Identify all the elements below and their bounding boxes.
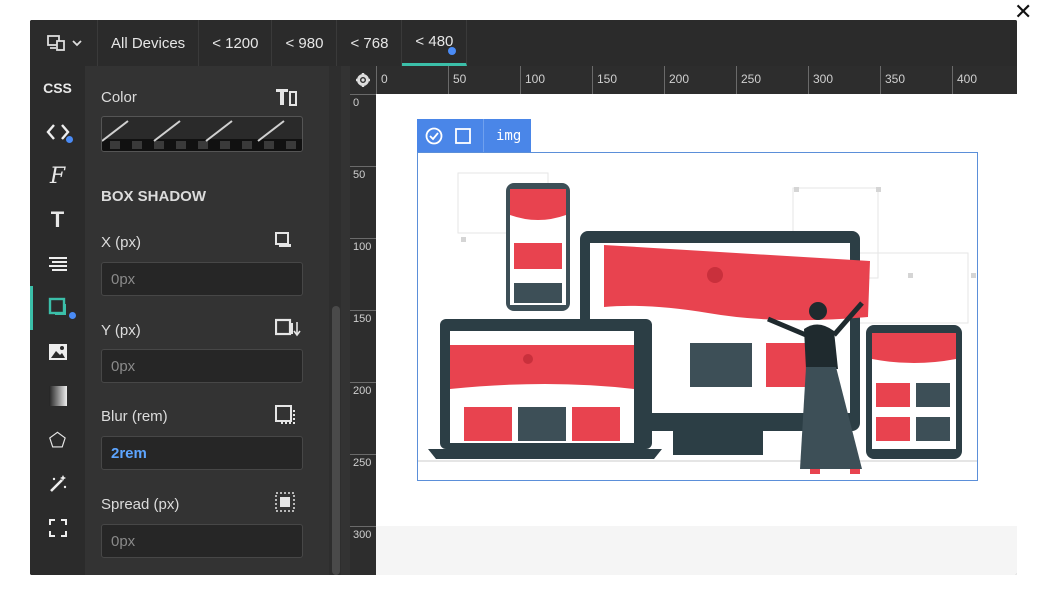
chevron-down-icon: [71, 40, 82, 47]
ruler-tick: 150: [592, 66, 617, 94]
shadow-x-icon: [275, 232, 293, 255]
effects-button[interactable]: [30, 462, 85, 506]
modified-dot: [448, 47, 457, 55]
magic-wand-icon: [49, 475, 66, 492]
device-picker[interactable]: [30, 20, 98, 66]
shadow-spread-input[interactable]: 0px: [101, 524, 303, 558]
square-select-icon[interactable]: [455, 127, 471, 144]
shape-button[interactable]: ⬠: [30, 418, 85, 462]
code-button[interactable]: [30, 110, 85, 154]
color-swatch[interactable]: [101, 116, 303, 152]
shadow-x-input[interactable]: 0px: [101, 262, 303, 296]
tab-label: All Devices: [111, 34, 186, 52]
badge-divider: [483, 119, 484, 152]
ruler-settings-icon[interactable]: [350, 66, 376, 94]
list-icon: [48, 257, 67, 271]
background-image-button[interactable]: [30, 330, 85, 374]
ruler-tick: 150: [350, 310, 376, 325]
shape-icon: ⬠: [48, 429, 67, 452]
modified-dot: [69, 312, 76, 319]
spread-label: Spread (px): [101, 496, 180, 513]
ruler-tick: 250: [736, 66, 761, 94]
box-shadow-panel: Color BOX SHADOW X (px) 0px Y (px) 0px B…: [85, 66, 350, 575]
tab-label: < 480: [415, 33, 454, 50]
ruler-tick: 200: [664, 66, 689, 94]
x-label: X (px): [101, 234, 142, 251]
blur-label: Blur (rem): [101, 408, 168, 425]
ruler-tick: 250: [350, 454, 376, 469]
tab-980[interactable]: < 980: [272, 20, 338, 66]
ruler-vertical: 0 50 100 150 200 250 300: [350, 94, 376, 575]
tab-all-devices[interactable]: All Devices: [98, 20, 200, 66]
tab-label: < 1200: [212, 34, 259, 52]
design-canvas: 0 50 100 150 200 250 300 350 400 0 50 10…: [350, 66, 1017, 575]
selection-toolbar: img: [417, 119, 532, 152]
text-button[interactable]: T: [30, 198, 85, 242]
modified-dot: [66, 136, 73, 143]
element-tag: img: [496, 127, 522, 144]
selected-image[interactable]: [417, 152, 978, 481]
css-button[interactable]: CSS: [30, 66, 85, 110]
check-circle-icon[interactable]: [425, 127, 443, 145]
tab-768[interactable]: < 768: [337, 20, 403, 66]
shadow-y-input[interactable]: 0px: [101, 349, 303, 383]
devices-icon: [46, 35, 65, 51]
ruler-tick: 100: [350, 238, 376, 253]
style-category-bar: CSS F T ⬠: [30, 66, 85, 575]
ruler-tick: 350: [880, 66, 905, 94]
color-label: Color: [101, 89, 137, 106]
ruler-tick: 100: [520, 66, 545, 94]
ruler-tick: 50: [350, 166, 376, 181]
ruler-tick: 300: [350, 526, 376, 541]
gradient-icon: [48, 386, 67, 406]
box-shadow-button[interactable]: [30, 286, 85, 330]
shadow-blur-input[interactable]: 2rem: [101, 436, 303, 470]
fullscreen-button[interactable]: [30, 506, 85, 550]
shadow-y-icon: [274, 318, 301, 343]
ruler-tick: 0: [350, 94, 376, 109]
ruler-tick: 0: [376, 66, 388, 94]
fullscreen-icon: [48, 519, 67, 537]
tab-1200[interactable]: < 1200: [199, 20, 273, 66]
gradient-button[interactable]: [30, 374, 85, 418]
font-family-button[interactable]: F: [30, 154, 85, 198]
color-picker-icon[interactable]: [275, 87, 297, 112]
ruler-tick: 300: [808, 66, 833, 94]
ruler-tick: 50: [448, 66, 466, 94]
shadow-spread-icon: [275, 492, 295, 517]
font-family-icon: F: [49, 163, 66, 189]
editor-window: All Devices < 1200 < 980 < 768 < 480 CSS…: [30, 20, 1017, 575]
text-icon: T: [50, 207, 65, 232]
y-label: Y (px): [101, 322, 141, 339]
tab-480[interactable]: < 480: [402, 20, 468, 66]
ruler-tick: 400: [952, 66, 977, 94]
device-toolbar: All Devices < 1200 < 980 < 768 < 480: [30, 20, 1017, 66]
ruler-tick: 200: [350, 382, 376, 397]
section-title: BOX SHADOW: [101, 188, 206, 205]
shadow-blur-icon: [275, 404, 297, 431]
tab-label: < 768: [350, 34, 389, 52]
image-icon: [48, 344, 67, 360]
tab-label: < 980: [285, 34, 324, 52]
ruler-horizontal: 0 50 100 150 200 250 300 350 400: [376, 66, 1017, 94]
box-shadow-icon: [48, 297, 66, 315]
list-button[interactable]: [30, 242, 85, 286]
responsive-devices-illustration: [418, 172, 977, 474]
panel-scroll-thumb[interactable]: [332, 306, 340, 575]
css-label: CSS: [43, 80, 72, 96]
